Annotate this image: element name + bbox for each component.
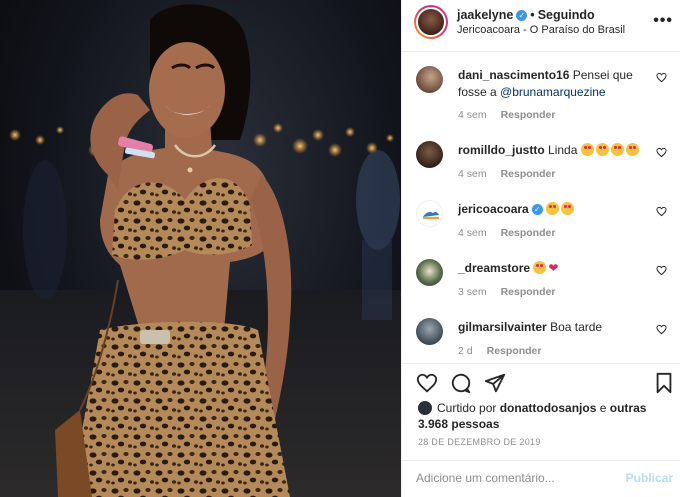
photo-illustration bbox=[0, 4, 401, 497]
reply-button[interactable]: Responder bbox=[501, 227, 556, 239]
post-sidebar: jaakelyne ✓ • Seguindo Jericoacoara - O Par… bbox=[401, 0, 680, 497]
comment-item: dani_nascimento16 Pensei que fosse a @br… bbox=[402, 53, 680, 121]
author-avatar[interactable] bbox=[414, 5, 448, 39]
comment-input[interactable] bbox=[416, 471, 616, 485]
heart-eyes-emoji-icon bbox=[580, 143, 594, 156]
comment-time: 2 d bbox=[458, 345, 473, 357]
comment-item: romilldo_justto Linda 4 sem Responder bbox=[402, 128, 680, 186]
reply-button[interactable]: Responder bbox=[501, 109, 556, 121]
instagram-post: jaakelyne ✓ • Seguindo Jericoacoara - O Par… bbox=[0, 0, 680, 497]
post-header: jaakelyne ✓ • Seguindo Jericoacoara - O Par… bbox=[402, 0, 680, 52]
heart-eyes-emoji-icon bbox=[625, 143, 639, 156]
share-direct-icon[interactable] bbox=[484, 372, 506, 394]
comment-meta: 4 sem Responder bbox=[458, 227, 569, 239]
commenter-avatar[interactable] bbox=[416, 141, 443, 168]
like-comment-heart-icon[interactable] bbox=[656, 72, 667, 83]
comment-meta: 3 sem Responder bbox=[458, 286, 569, 298]
heart-eyes-emoji-icon bbox=[546, 202, 560, 215]
commenter-avatar[interactable] bbox=[416, 66, 443, 93]
publish-button[interactable]: Publicar bbox=[626, 471, 673, 485]
comment-bubble-icon[interactable] bbox=[450, 372, 472, 394]
comment-username[interactable]: romilldo_justto bbox=[458, 143, 545, 157]
verified-icon: ✓ bbox=[531, 204, 543, 216]
comment-body: jericoacoara ✓ bbox=[458, 201, 648, 218]
comment-time: 4 sem bbox=[458, 227, 487, 239]
emoji-group: ❤ bbox=[533, 261, 558, 275]
comment-body: gilmarsilvainter Boa tarde bbox=[458, 319, 648, 336]
liker-avatar[interactable] bbox=[418, 401, 432, 415]
like-comment-heart-icon[interactable] bbox=[656, 265, 667, 276]
emoji-group bbox=[580, 143, 641, 157]
author-username[interactable]: jaakelyne bbox=[457, 8, 513, 22]
avatar-image bbox=[416, 7, 446, 37]
comment-body: _dreamstore ❤ bbox=[458, 260, 648, 277]
ellipsis-icon[interactable]: ••• bbox=[653, 12, 673, 30]
jericoacoara-logo-icon bbox=[423, 211, 439, 219]
like-comment-heart-icon[interactable] bbox=[656, 324, 667, 335]
comment-text: Boa tarde bbox=[550, 320, 603, 334]
reply-button[interactable]: Responder bbox=[501, 168, 556, 180]
red-heart-icon: ❤ bbox=[548, 261, 559, 275]
likes-summary: Curtido por donattodosanjos e outras 3.9… bbox=[418, 400, 668, 432]
comment-body: dani_nascimento16 Pensei que fosse a @br… bbox=[458, 67, 648, 101]
post-photo[interactable] bbox=[0, 0, 401, 497]
emoji-group bbox=[546, 202, 576, 216]
author-line: jaakelyne ✓ • Seguindo bbox=[457, 8, 595, 22]
heart-eyes-emoji-icon bbox=[561, 202, 575, 215]
heart-eyes-emoji-icon bbox=[533, 261, 547, 274]
follow-button[interactable]: Seguindo bbox=[538, 8, 595, 22]
comment-meta: 4 sem Responder bbox=[458, 168, 569, 180]
reply-button[interactable]: Responder bbox=[487, 345, 542, 357]
comment-time: 4 sem bbox=[458, 168, 487, 180]
comment-time: 3 sem bbox=[458, 286, 487, 298]
verified-icon: ✓ bbox=[516, 10, 528, 22]
heart-eyes-emoji-icon bbox=[595, 143, 609, 156]
commenter-avatar[interactable] bbox=[416, 259, 443, 286]
like-heart-icon[interactable] bbox=[416, 372, 438, 394]
comment-username[interactable]: _dreamstore bbox=[458, 261, 530, 275]
comment-username[interactable]: dani_nascimento16 bbox=[458, 68, 569, 82]
comment-time: 4 sem bbox=[458, 109, 487, 121]
comment-item: _dreamstore ❤ 3 sem Responder bbox=[402, 246, 680, 304]
comment-text: Linda bbox=[548, 143, 578, 157]
commenter-avatar[interactable] bbox=[416, 200, 443, 227]
save-bookmark-icon[interactable] bbox=[653, 372, 675, 394]
comment-meta: 2 d Responder bbox=[458, 345, 555, 357]
likes-conjunction: e bbox=[599, 401, 607, 415]
heart-eyes-emoji-icon bbox=[610, 143, 624, 156]
add-comment-bar: Publicar bbox=[402, 460, 680, 497]
comment-mention[interactable]: @brunamarquezine bbox=[500, 85, 606, 99]
comment-item: gilmarsilvainter Boa tarde 2 d Responder bbox=[402, 305, 680, 363]
comment-username[interactable]: jericoacoara bbox=[458, 202, 529, 216]
comments-list[interactable]: dani_nascimento16 Pensei que fosse a @br… bbox=[402, 53, 680, 363]
likes-prefix: Curtido por bbox=[437, 401, 497, 415]
post-actions: Curtido por donattodosanjos e outras 3.9… bbox=[402, 363, 680, 497]
commenter-avatar[interactable] bbox=[416, 318, 443, 345]
like-comment-heart-icon[interactable] bbox=[656, 206, 667, 217]
liker-username[interactable]: donattodosanjos bbox=[500, 401, 597, 415]
like-comment-heart-icon[interactable] bbox=[656, 147, 667, 158]
comment-item: jericoacoara ✓ 4 sem Responder bbox=[402, 187, 680, 245]
comment-body: romilldo_justto Linda bbox=[458, 142, 648, 159]
post-location[interactable]: Jericoacoara - O Paraíso do Brasil bbox=[457, 24, 625, 36]
comment-username[interactable]: gilmarsilvainter bbox=[458, 320, 547, 334]
reply-button[interactable]: Responder bbox=[501, 286, 556, 298]
separator-dot: • bbox=[530, 8, 535, 22]
comment-meta: 4 sem Responder bbox=[458, 109, 569, 121]
post-date[interactable]: 28 DE DEZEMBRO DE 2019 bbox=[418, 437, 541, 447]
